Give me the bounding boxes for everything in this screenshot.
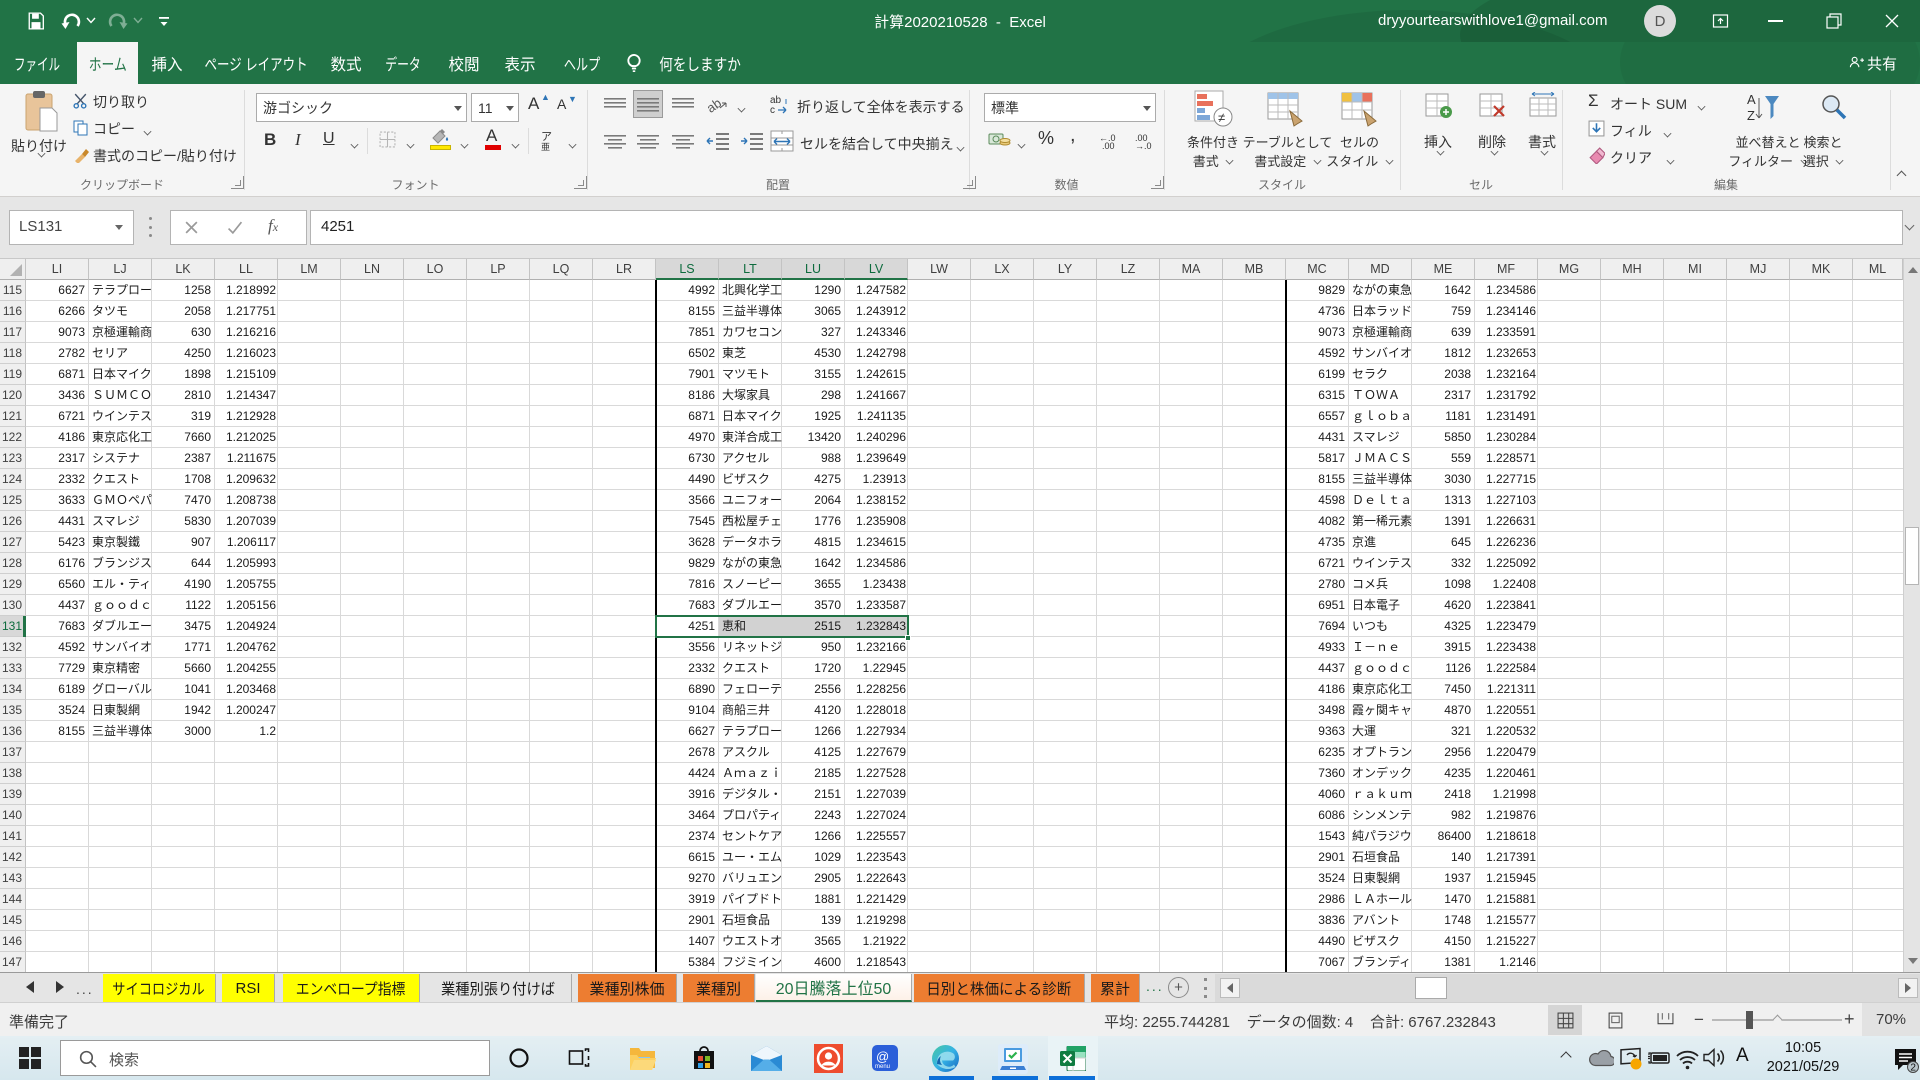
svg-text:Z: Z xyxy=(1747,108,1755,123)
svg-text:c: c xyxy=(770,105,775,115)
svg-text:→.0: →.0 xyxy=(1135,141,1152,150)
svg-text:menu: menu xyxy=(875,1064,890,1070)
svg-text:@: @ xyxy=(876,1049,889,1064)
svg-text:ab: ab xyxy=(706,95,724,114)
svg-text:A: A xyxy=(1747,92,1756,107)
svg-text:2: 2 xyxy=(1910,1063,1916,1073)
svg-text:.00: .00 xyxy=(1102,141,1115,150)
svg-text:≠: ≠ xyxy=(1218,110,1225,125)
